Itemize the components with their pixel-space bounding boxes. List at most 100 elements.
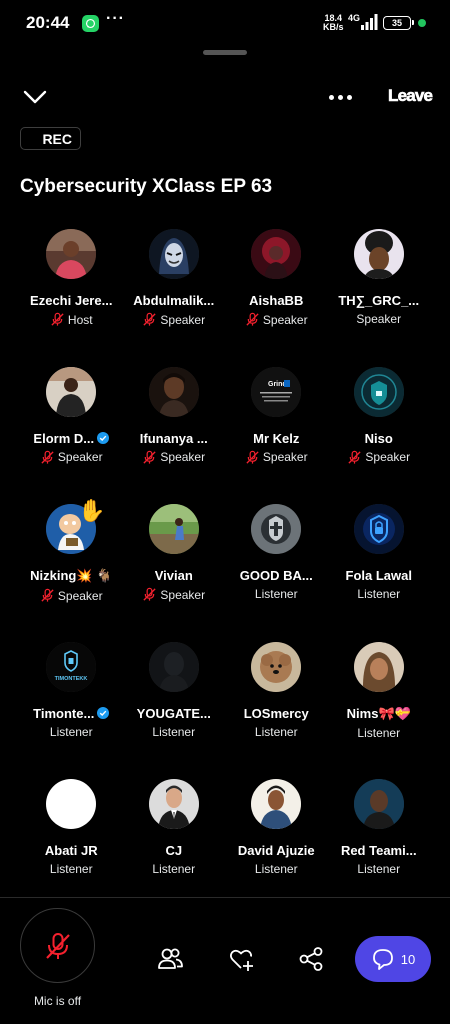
participant-name: Mr Kelz bbox=[253, 430, 300, 446]
participant-card[interactable]: ✋ Nizking💥 🐐 Speaker bbox=[20, 498, 123, 642]
avatar: Grind bbox=[251, 366, 302, 417]
participant-card[interactable]: Nims🎀💝 Listener bbox=[328, 641, 431, 780]
participant-role: Listener bbox=[254, 862, 298, 876]
participant-card[interactable]: TH∑_GRC_... Speaker bbox=[328, 229, 431, 367]
participant-role: Listener bbox=[357, 725, 401, 740]
verified-badge-icon bbox=[97, 432, 110, 444]
participant-name: David Ajuzie bbox=[237, 843, 315, 858]
avatar bbox=[148, 366, 199, 417]
avatar bbox=[46, 229, 97, 279]
participant-role: Listener bbox=[152, 724, 196, 739]
space-title: Cybersecurity XClass EP 63 bbox=[20, 176, 273, 197]
mic-status-label: Mic is off bbox=[33, 994, 82, 1008]
share-icon[interactable] bbox=[297, 945, 325, 973]
participant-card[interactable]: YOUGATE... Listener bbox=[123, 641, 226, 780]
participant-role: Listener bbox=[357, 587, 401, 601]
mic-off-icon bbox=[143, 450, 156, 464]
chat-count: 10 bbox=[400, 951, 416, 967]
participant-name: CJ bbox=[165, 843, 183, 858]
chat-button[interactable]: 10 bbox=[355, 936, 431, 982]
mic-toggle-button[interactable] bbox=[20, 908, 95, 983]
avatar bbox=[353, 641, 404, 692]
participant-name: Timonte... bbox=[33, 706, 110, 721]
participant-role: Listener bbox=[49, 724, 93, 739]
mic-off-icon bbox=[143, 312, 156, 326]
participant-card[interactable]: Niso Speaker bbox=[328, 366, 431, 505]
participant-card[interactable]: Vivian Speaker bbox=[123, 504, 226, 642]
participant-name: Red Teami... bbox=[340, 843, 417, 858]
status-time: 20:44 bbox=[26, 13, 70, 32]
participant-card[interactable]: Abdulmalik... Speaker bbox=[123, 229, 226, 367]
mic-off-icon bbox=[45, 932, 70, 959]
participant-card[interactable]: Grind Mr Kelz Speaker bbox=[225, 366, 328, 505]
avatar bbox=[46, 366, 97, 417]
participant-card[interactable]: Red Teami... Listener bbox=[328, 779, 431, 917]
recording-badge: REC bbox=[20, 127, 81, 150]
avatar bbox=[251, 504, 302, 554]
avatar bbox=[148, 641, 199, 692]
mic-off-icon bbox=[348, 450, 361, 464]
collapse-button[interactable] bbox=[20, 84, 50, 110]
privacy-indicator-dot bbox=[418, 19, 426, 27]
network-type: 4G bbox=[348, 13, 361, 23]
participant-name: Niso bbox=[364, 430, 393, 446]
chat-bubble-icon bbox=[372, 949, 393, 970]
participant-role: Listener bbox=[152, 862, 196, 876]
signal-icon bbox=[361, 14, 378, 30]
participant-card[interactable]: Elorm D... Speaker bbox=[20, 366, 123, 505]
participant-role: Listener bbox=[49, 862, 93, 876]
mic-off-icon bbox=[41, 588, 54, 602]
svg-text:Grind: Grind bbox=[268, 381, 287, 388]
heart-plus-icon[interactable] bbox=[228, 945, 256, 973]
leave-button[interactable]: Leave bbox=[388, 86, 434, 106]
participant-card[interactable]: Ezechi Jere... Host bbox=[20, 229, 123, 367]
bottom-divider bbox=[0, 897, 450, 898]
participant-role: Listener bbox=[254, 724, 298, 739]
participant-card[interactable]: David Ajuzie Listener bbox=[225, 779, 328, 917]
participant-name: YOUGATE... bbox=[136, 705, 211, 721]
participant-role: Speaker bbox=[40, 450, 103, 465]
participant-name: Nims🎀💝 bbox=[346, 705, 411, 721]
participant-card[interactable]: AishaBB Speaker bbox=[225, 229, 328, 367]
avatar: TIMONTEKK bbox=[46, 641, 97, 692]
participant-card[interactable]: LOSmercy Listener bbox=[225, 641, 328, 780]
participant-role: Speaker bbox=[245, 312, 308, 327]
mic-off-icon bbox=[41, 450, 54, 464]
sheet-drag-handle[interactable] bbox=[203, 50, 247, 55]
participant-role: Speaker bbox=[142, 450, 205, 465]
participant-role: Speaker bbox=[245, 450, 308, 465]
whatsapp-notification-icon bbox=[82, 15, 99, 32]
raised-hand-icon: ✋ bbox=[78, 498, 106, 523]
battery-icon: 35 bbox=[383, 16, 414, 30]
more-dots-icon bbox=[328, 94, 334, 100]
participant-name: LOSmercy bbox=[243, 705, 309, 721]
participant-card[interactable]: TIMONTEKK Timonte... Listener bbox=[20, 641, 123, 780]
mic-off-icon bbox=[246, 450, 259, 464]
participant-card[interactable]: GOOD BA... Listener bbox=[225, 504, 328, 642]
participant-role: Speaker bbox=[142, 587, 205, 602]
people-icon[interactable] bbox=[156, 945, 184, 973]
avatar bbox=[148, 229, 199, 279]
participant-card[interactable]: Fola Lawal Listener bbox=[328, 504, 431, 642]
status-bar: 20:44 ··· 18.4 KB/s 4G 35 bbox=[0, 0, 450, 46]
avatar bbox=[353, 229, 404, 279]
participant-card[interactable]: Abati JR Listener bbox=[20, 779, 123, 917]
participant-name: Fola Lawal bbox=[345, 568, 412, 583]
avatar bbox=[46, 779, 97, 829]
participant-card[interactable]: CJ Listener bbox=[123, 779, 226, 917]
participant-role: Listener bbox=[357, 862, 401, 876]
participant-name: Abdulmalik... bbox=[133, 293, 215, 308]
more-options-button[interactable] bbox=[322, 86, 358, 108]
participant-role: Speaker bbox=[347, 450, 410, 465]
verified-badge-icon bbox=[97, 707, 110, 719]
participant-name: GOOD BA... bbox=[239, 568, 313, 583]
participant-name: TH∑_GRC_... bbox=[338, 293, 420, 308]
participant-card[interactable]: Ifunanya ... Speaker bbox=[123, 366, 226, 505]
participant-name: Nizking💥 🐐 bbox=[30, 568, 113, 583]
avatar bbox=[251, 229, 302, 279]
participant-role: Speaker bbox=[356, 312, 402, 326]
avatar bbox=[353, 366, 404, 417]
participants-grid: Ezechi Jere... Host Abdulmalik... Speake… bbox=[20, 229, 430, 917]
network-speed: 18.4 KB/s bbox=[323, 13, 344, 32]
avatar bbox=[148, 779, 199, 829]
